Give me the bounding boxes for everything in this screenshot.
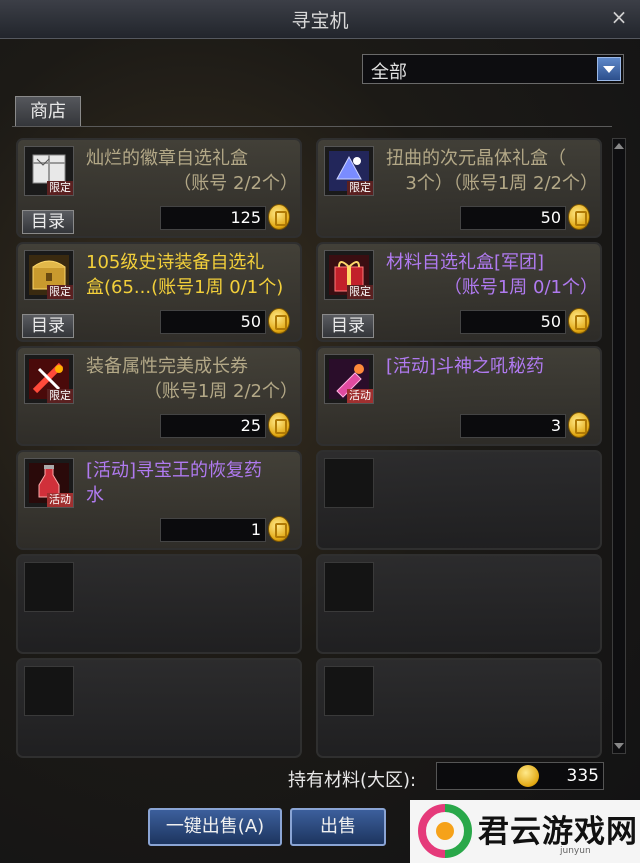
catalog-button[interactable]: 目录 <box>22 210 74 234</box>
shop-item-card[interactable]: 限定 材料自选礼盒[军团] （账号1周 0/1个） 目录 50 <box>316 242 602 342</box>
tag-label: 限定 <box>347 181 373 195</box>
item-name-line2: 盒(65...(账号1周 0/1个) <box>86 277 284 298</box>
recovery-potion-icon: 活动 <box>24 458 74 508</box>
item-name-line2: （账号1周 0/1个） <box>443 277 598 298</box>
empty-item-slot <box>16 658 302 758</box>
close-icon[interactable]: × <box>608 6 630 28</box>
shop-item-card[interactable]: 限定 装备属性完美成长券 （账号1周 2/2个） 25 <box>16 346 302 446</box>
empty-thumb <box>324 562 374 612</box>
scroll-down-icon[interactable] <box>613 739 625 753</box>
coin-icon <box>568 204 590 230</box>
coin-icon <box>268 412 290 438</box>
empty-thumb <box>324 458 374 508</box>
growth-ticket-icon: 限定 <box>24 354 74 404</box>
price-box: 50 <box>460 206 566 230</box>
coin-icon <box>517 765 539 787</box>
watermark-text: 君云游戏网 <box>478 814 638 850</box>
tag-label: 活动 <box>47 493 73 507</box>
price-box: 50 <box>460 310 566 334</box>
item-name: 装备属性完美成长券 （账号1周 2/2个） <box>86 354 298 404</box>
item-name-line2: （账号 2/2个） <box>173 173 298 194</box>
price-value: 50 <box>240 312 261 331</box>
coin-icon <box>268 204 290 230</box>
tag-label: 限定 <box>47 181 73 195</box>
scrollbar[interactable] <box>612 138 626 754</box>
scroll-up-icon[interactable] <box>613 139 625 153</box>
item-name: 灿烂的徽章自选礼盒 （账号 2/2个） <box>86 146 298 196</box>
item-name-line1: 材料自选礼盒[军团] <box>386 252 545 273</box>
window-title: 寻宝机 <box>291 10 349 32</box>
item-name-line1: 装备属性完美成长券 <box>86 356 248 377</box>
watermark-sub: junyun <box>560 846 591 856</box>
empty-item-slot <box>316 554 602 654</box>
material-amount: 335 <box>566 766 599 786</box>
title-bar: 寻宝机 × <box>0 0 640 39</box>
price-value: 50 <box>540 208 561 227</box>
item-name: [活动]寻宝王的恢复药 水 <box>86 458 298 508</box>
chevron-down-icon[interactable] <box>597 57 621 81</box>
coin-icon <box>268 308 290 334</box>
empty-thumb <box>24 562 74 612</box>
item-name-line1: [活动]寻宝王的恢复药 <box>86 460 263 481</box>
tag-label: 活动 <box>347 389 373 403</box>
watermark-logo-icon <box>418 804 472 858</box>
item-name-line1: [活动]斗神之吼秘药 <box>386 356 545 377</box>
sell-all-button[interactable]: 一键出售(A) <box>148 808 282 846</box>
item-name-line1: 灿烂的徽章自选礼盒 <box>86 148 248 169</box>
item-name-line2: （账号1周 2/2个） <box>143 381 298 402</box>
price-box: 125 <box>160 206 266 230</box>
coin-icon <box>568 308 590 334</box>
item-name-line1: 扭曲的次元晶体礼盒（ <box>386 148 566 169</box>
tag-label: 限定 <box>347 285 373 299</box>
empty-item-slot <box>16 554 302 654</box>
price-box: 50 <box>160 310 266 334</box>
tag-label: 限定 <box>47 285 73 299</box>
price-box: 1 <box>160 518 266 542</box>
item-name: 扭曲的次元晶体礼盒（ 3个）（账号1周 2/2个） <box>386 146 598 196</box>
gift-box-icon: 限定 <box>324 250 374 300</box>
watermark: 君云游戏网 junyun <box>410 800 640 863</box>
tag-label: 限定 <box>47 389 73 403</box>
item-name-line2: 水 <box>86 485 104 506</box>
category-filter-value: 全部 <box>371 62 407 83</box>
price-value: 1 <box>250 520 261 539</box>
epic-chest-icon: 限定 <box>24 250 74 300</box>
sell-button[interactable]: 出售 <box>290 808 386 846</box>
material-label: 持有材料(大区): <box>288 770 417 791</box>
item-name-line1: 105级史诗装备自选礼 <box>86 252 265 273</box>
category-filter-dropdown[interactable]: 全部 <box>362 54 624 84</box>
item-name: 105级史诗装备自选礼 盒(65...(账号1周 0/1个) <box>86 250 298 300</box>
shop-item-card[interactable]: 活动 [活动]斗神之吼秘药 3 <box>316 346 602 446</box>
price-box: 3 <box>460 414 566 438</box>
coin-icon <box>568 412 590 438</box>
tab-shop[interactable]: 商店 <box>15 96 81 126</box>
price-value: 25 <box>240 416 261 435</box>
catalog-button[interactable]: 目录 <box>322 314 374 338</box>
shop-item-card[interactable]: 限定 扭曲的次元晶体礼盒（ 3个）（账号1周 2/2个） 50 <box>316 138 602 238</box>
price-value: 3 <box>550 416 561 435</box>
badge-box-icon: 限定 <box>24 146 74 196</box>
shop-item-card[interactable]: 限定 灿烂的徽章自选礼盒 （账号 2/2个） 目录 125 <box>16 138 302 238</box>
price-value: 125 <box>230 208 261 227</box>
treasure-machine-window: 寻宝机 × 全部 商店 限定 灿烂的徽章自选礼盒 （账号 2/2个） 目录 12… <box>0 0 640 863</box>
price-box: 25 <box>160 414 266 438</box>
empty-item-slot <box>316 450 602 550</box>
item-name: 材料自选礼盒[军团] （账号1周 0/1个） <box>386 250 598 300</box>
catalog-button[interactable]: 目录 <box>22 314 74 338</box>
shop-item-card[interactable]: 活动 [活动]寻宝王的恢复药 水 1 <box>16 450 302 550</box>
tab-divider <box>12 126 612 127</box>
empty-item-slot <box>316 658 602 758</box>
price-value: 50 <box>540 312 561 331</box>
item-name: [活动]斗神之吼秘药 <box>386 354 598 379</box>
empty-thumb <box>24 666 74 716</box>
crystal-box-icon: 限定 <box>324 146 374 196</box>
material-amount-box: 335 <box>436 762 604 790</box>
item-name-line2: 3个）（账号1周 2/2个） <box>405 173 598 194</box>
empty-thumb <box>324 666 374 716</box>
coin-icon <box>268 516 290 542</box>
shop-item-card[interactable]: 限定 105级史诗装备自选礼 盒(65...(账号1周 0/1个) 目录 50 <box>16 242 302 342</box>
potion-icon: 活动 <box>324 354 374 404</box>
